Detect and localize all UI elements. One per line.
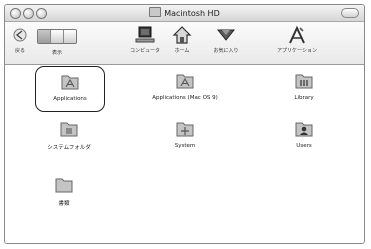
folder-item-applications[interactable]: Applications xyxy=(35,66,105,112)
folder-item-users[interactable]: Users xyxy=(269,119,339,149)
users-folder-icon xyxy=(295,122,313,137)
toolbar-applications-button[interactable]: アプリケーション xyxy=(268,26,326,54)
library-folder-icon xyxy=(295,74,313,89)
folder-name: システムフォルダ xyxy=(47,145,91,151)
folder-name: Users xyxy=(296,143,312,149)
back-label: 戻る xyxy=(14,48,25,54)
view-label: 表示 xyxy=(51,50,62,56)
home-icon xyxy=(172,26,192,44)
back-arrow-icon xyxy=(13,28,27,42)
toolbar-favorites-button[interactable]: お気に入り xyxy=(201,26,251,54)
applications-label: アプリケーション xyxy=(277,48,317,54)
folder-item-applications-mac-os-9[interactable]: Applications (Mac OS 9) xyxy=(135,71,235,101)
back-button[interactable]: 戻る xyxy=(8,26,32,54)
computer-label: コンピュータ xyxy=(129,48,160,54)
column-view-button[interactable] xyxy=(64,30,76,43)
folder-item-documents[interactable]: 書類 xyxy=(29,175,99,207)
system-folder-os9-icon xyxy=(60,122,78,137)
finder-window: Macintosh HD 戻る 表示 コンピュータ ホーム お気に入り アプリケ… xyxy=(4,4,365,244)
toolbar-computer-button[interactable]: コンピュータ xyxy=(123,26,167,54)
applications-folder-icon xyxy=(61,75,79,90)
icon-view-button[interactable] xyxy=(38,30,51,43)
toolbar-toggle-button[interactable] xyxy=(341,8,359,18)
title-bar[interactable]: Macintosh HD xyxy=(5,5,364,22)
list-view-button[interactable] xyxy=(51,30,64,43)
view-segmented-control[interactable] xyxy=(37,29,77,44)
folder-name: System xyxy=(174,143,196,149)
favorites-label: お気に入り xyxy=(213,48,239,54)
folder-item-system-folder[interactable]: システムフォルダ xyxy=(19,119,119,151)
applications-icon xyxy=(289,26,305,44)
documents-folder-icon xyxy=(55,178,73,193)
icon-view: Applications Applications (Mac OS 9) Lib… xyxy=(5,65,364,243)
folder-name: Applications (Mac OS 9) xyxy=(152,95,218,101)
toolbar: 戻る 表示 コンピュータ ホーム お気に入り アプリケーション xyxy=(5,22,364,65)
folder-item-system[interactable]: System xyxy=(135,119,235,149)
favorites-icon xyxy=(216,29,236,41)
toolbar-home-button[interactable]: ホーム xyxy=(167,26,197,54)
folder-name: Library xyxy=(294,95,314,101)
window-title: Macintosh HD xyxy=(5,7,364,18)
computer-icon xyxy=(135,26,155,43)
window-title-text: Macintosh HD xyxy=(164,9,220,18)
folder-name: Applications xyxy=(53,96,87,102)
applications-os9-folder-icon xyxy=(176,74,194,89)
home-label: ホーム xyxy=(174,48,190,54)
folder-name: 書類 xyxy=(58,201,70,207)
system-folder-icon xyxy=(176,122,194,137)
folder-item-library[interactable]: Library xyxy=(269,71,339,101)
hard-disk-icon xyxy=(149,7,162,17)
view-switcher[interactable]: 表示 xyxy=(33,26,81,56)
